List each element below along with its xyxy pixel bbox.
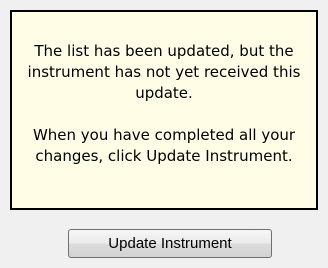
notice-message-instructions: When you have completed all your changes… [32,126,296,165]
notice-message-list-updated: The list has been updated, but the instr… [27,42,301,102]
update-notice-panel: The list has been updated, but the instr… [10,10,318,210]
update-instrument-button[interactable]: Update Instrument [68,229,272,258]
